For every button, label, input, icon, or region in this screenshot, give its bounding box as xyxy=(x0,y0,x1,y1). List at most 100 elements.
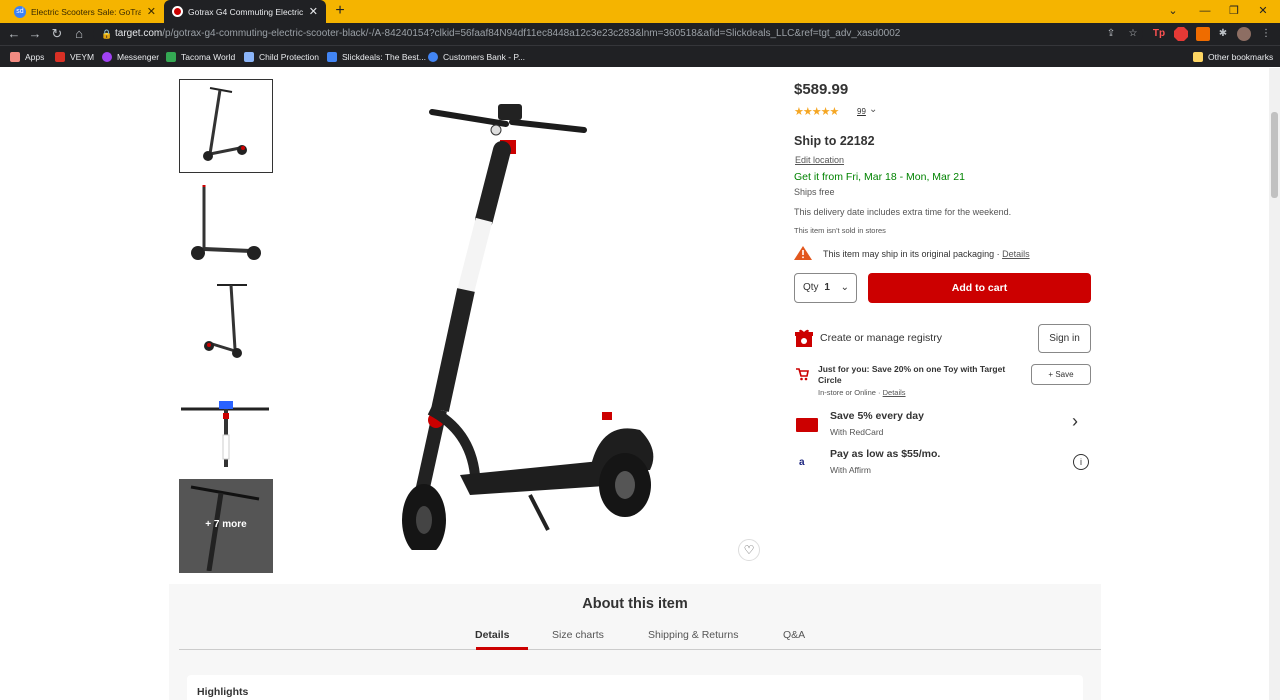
tab-qa[interactable]: Q&A xyxy=(783,629,805,641)
apps-grid-icon xyxy=(10,52,20,62)
affirm-sub: With Affirm xyxy=(830,465,871,475)
affirm-title: Pay as low as $55/mo. xyxy=(830,448,941,460)
abp-extension-icon[interactable] xyxy=(1174,27,1188,41)
window-close-icon[interactable]: ✕ xyxy=(1248,0,1278,23)
active-tab-indicator xyxy=(476,647,528,650)
circle-offer-title: Just for you: Save 20% on one Toy with T… xyxy=(818,364,1006,385)
slickdeals-favicon-icon: sd xyxy=(14,5,26,18)
extensions-puzzle-icon[interactable]: ✱ xyxy=(1216,27,1230,41)
favorite-heart-button[interactable]: ♡ xyxy=(738,539,760,561)
thumbnail-3[interactable] xyxy=(179,279,273,373)
edit-location-link[interactable]: Edit location xyxy=(795,155,844,165)
minimize-icon[interactable]: — xyxy=(1190,0,1220,23)
redcard-title[interactable]: Save 5% every day xyxy=(830,410,924,422)
browser-toolbar: ← → ↻ ⌂ 🔒 target.com/p/gotrax-g4-commuti… xyxy=(0,23,1280,45)
bookmark-veym[interactable]: VEYM xyxy=(55,50,94,64)
restore-icon[interactable]: ❐ xyxy=(1219,0,1249,23)
tab-title: Gotrax G4 Commuting Electric Sc xyxy=(188,6,303,17)
tab-details[interactable]: Details xyxy=(475,629,509,641)
redcard-icon xyxy=(796,418,818,432)
browser-tab-scooter-sale[interactable]: sd Electric Scooters Sale: GoTrax G4 ✕ xyxy=(6,0,164,23)
new-tab-button[interactable]: + xyxy=(331,2,349,20)
about-tabs: Details Size charts Shipping & Returns Q… xyxy=(179,626,1101,650)
thumbnail-more[interactable]: + 7 more xyxy=(179,479,273,573)
bookmark-child-protection[interactable]: Child Protection xyxy=(244,50,319,64)
info-icon[interactable]: i xyxy=(1073,454,1089,470)
product-price: $589.99 xyxy=(794,81,849,98)
bookmark-customers-bank[interactable]: Customers Bank - P... xyxy=(428,50,525,64)
review-count-link[interactable]: 99 xyxy=(857,107,866,116)
page-scrollbar[interactable] xyxy=(1269,68,1280,700)
address-bar[interactable]: 🔒 target.com/p/gotrax-g4-commuting-elect… xyxy=(93,25,1143,43)
lock-icon: 🔒 xyxy=(101,29,113,39)
bookmark-apps[interactable]: Apps xyxy=(10,50,44,64)
rating-stars: ★★★★★ xyxy=(794,106,839,118)
profile-avatar[interactable] xyxy=(1237,27,1251,41)
about-title: About this item xyxy=(582,596,688,612)
bookmark-star-icon[interactable]: ☆ xyxy=(1126,27,1140,41)
more-images-label: + 7 more xyxy=(205,519,247,530)
delivery-window: Get it from Fri, Mar 18 - Mon, Mar 21 xyxy=(794,171,965,183)
bookmarks-bar: Apps VEYM Messenger Tacoma World Child P… xyxy=(0,45,1280,67)
packaging-note: This item may ship in its original packa… xyxy=(823,249,1030,259)
thumbnail-4[interactable] xyxy=(179,379,273,473)
circle-offer-sub: In-store or Online · Details xyxy=(818,388,906,397)
scrollbar-thumb[interactable] xyxy=(1271,112,1278,198)
tab-shipping-returns[interactable]: Shipping & Returns xyxy=(648,629,738,641)
circle-offer-details-link[interactable]: Details xyxy=(883,388,906,397)
slickdeals-icon xyxy=(327,52,337,62)
back-arrow-icon[interactable]: ← xyxy=(6,26,22,42)
tab-search-chevron-icon[interactable]: ⌄ xyxy=(1158,0,1188,23)
thumbnail-1[interactable] xyxy=(179,79,273,173)
target-favicon-icon xyxy=(172,6,183,17)
browser-tab-strip: sd Electric Scooters Sale: GoTrax G4 ✕ G… xyxy=(0,0,1280,23)
delivery-note: This delivery date includes extra time f… xyxy=(794,207,1012,217)
affirm-logo-icon: a xyxy=(799,457,805,468)
warning-icon xyxy=(794,246,812,260)
honey-extension-icon[interactable]: Tp xyxy=(1152,27,1166,41)
chevron-right-icon[interactable]: › xyxy=(1072,411,1078,432)
more-menu-icon[interactable]: ⋮ xyxy=(1259,27,1273,41)
share-icon[interactable]: ⇪ xyxy=(1104,27,1118,41)
bookmark-other[interactable]: Other bookmarks xyxy=(1193,50,1273,64)
bookmark-tacoma-world[interactable]: Tacoma World xyxy=(166,50,235,64)
chevron-down-icon: ⌄ xyxy=(840,282,849,293)
target-circle-cart-icon xyxy=(796,368,809,381)
chevron-down-icon[interactable]: ⌄ xyxy=(869,104,877,115)
folder-icon xyxy=(1193,52,1203,62)
thumbnail-2[interactable] xyxy=(179,179,273,273)
quantity-select[interactable]: Qty 1 ⌄ xyxy=(794,273,857,303)
ships-free-label: Ships free xyxy=(794,187,835,197)
sign-in-button[interactable]: Sign in xyxy=(1038,324,1091,353)
veym-icon xyxy=(55,52,65,62)
highlights-heading: Highlights xyxy=(197,686,249,698)
redcard-sub: With RedCard xyxy=(830,427,884,437)
product-hero-image xyxy=(402,104,654,550)
tab-size-charts[interactable]: Size charts xyxy=(552,629,604,641)
url-path: /p/gotrax-g4-commuting-electric-scooter-… xyxy=(162,28,901,39)
home-icon[interactable]: ⌂ xyxy=(71,26,87,42)
quantity-value: 1 xyxy=(824,282,830,293)
globe-icon xyxy=(428,52,438,62)
extension-badge-icon[interactable] xyxy=(1196,27,1210,41)
about-this-item-section: About this item Details Size charts Ship… xyxy=(169,584,1101,700)
close-icon[interactable]: ✕ xyxy=(147,5,156,18)
save-offer-button[interactable]: + Save xyxy=(1031,364,1091,385)
url-host: target.com xyxy=(115,28,163,39)
browser-tab-gotrax[interactable]: Gotrax G4 Commuting Electric Sc ✕ xyxy=(164,0,326,23)
registry-link[interactable]: Create or manage registry xyxy=(820,332,942,344)
not-sold-in-stores: This item isn't sold in stores xyxy=(794,226,886,235)
tacoma-icon xyxy=(166,52,176,62)
close-icon[interactable]: ✕ xyxy=(309,5,318,18)
add-to-cart-button[interactable]: Add to cart xyxy=(868,273,1091,303)
product-page: + 7 more ♡ $589.99 ★★★★★ 99 ⌄ Ship to 22… xyxy=(0,68,1280,700)
shield-icon xyxy=(244,52,254,62)
forward-arrow-icon[interactable]: → xyxy=(27,26,43,42)
tab-title: Electric Scooters Sale: GoTrax G4 xyxy=(31,6,141,17)
ship-to-zip: Ship to 22182 xyxy=(794,134,875,148)
reload-icon[interactable]: ↻ xyxy=(49,26,65,42)
packaging-details-link[interactable]: Details xyxy=(1002,249,1030,259)
bookmark-messenger[interactable]: Messenger xyxy=(102,50,159,64)
bookmark-slickdeals[interactable]: Slickdeals: The Best... xyxy=(327,50,426,64)
messenger-icon xyxy=(102,52,112,62)
